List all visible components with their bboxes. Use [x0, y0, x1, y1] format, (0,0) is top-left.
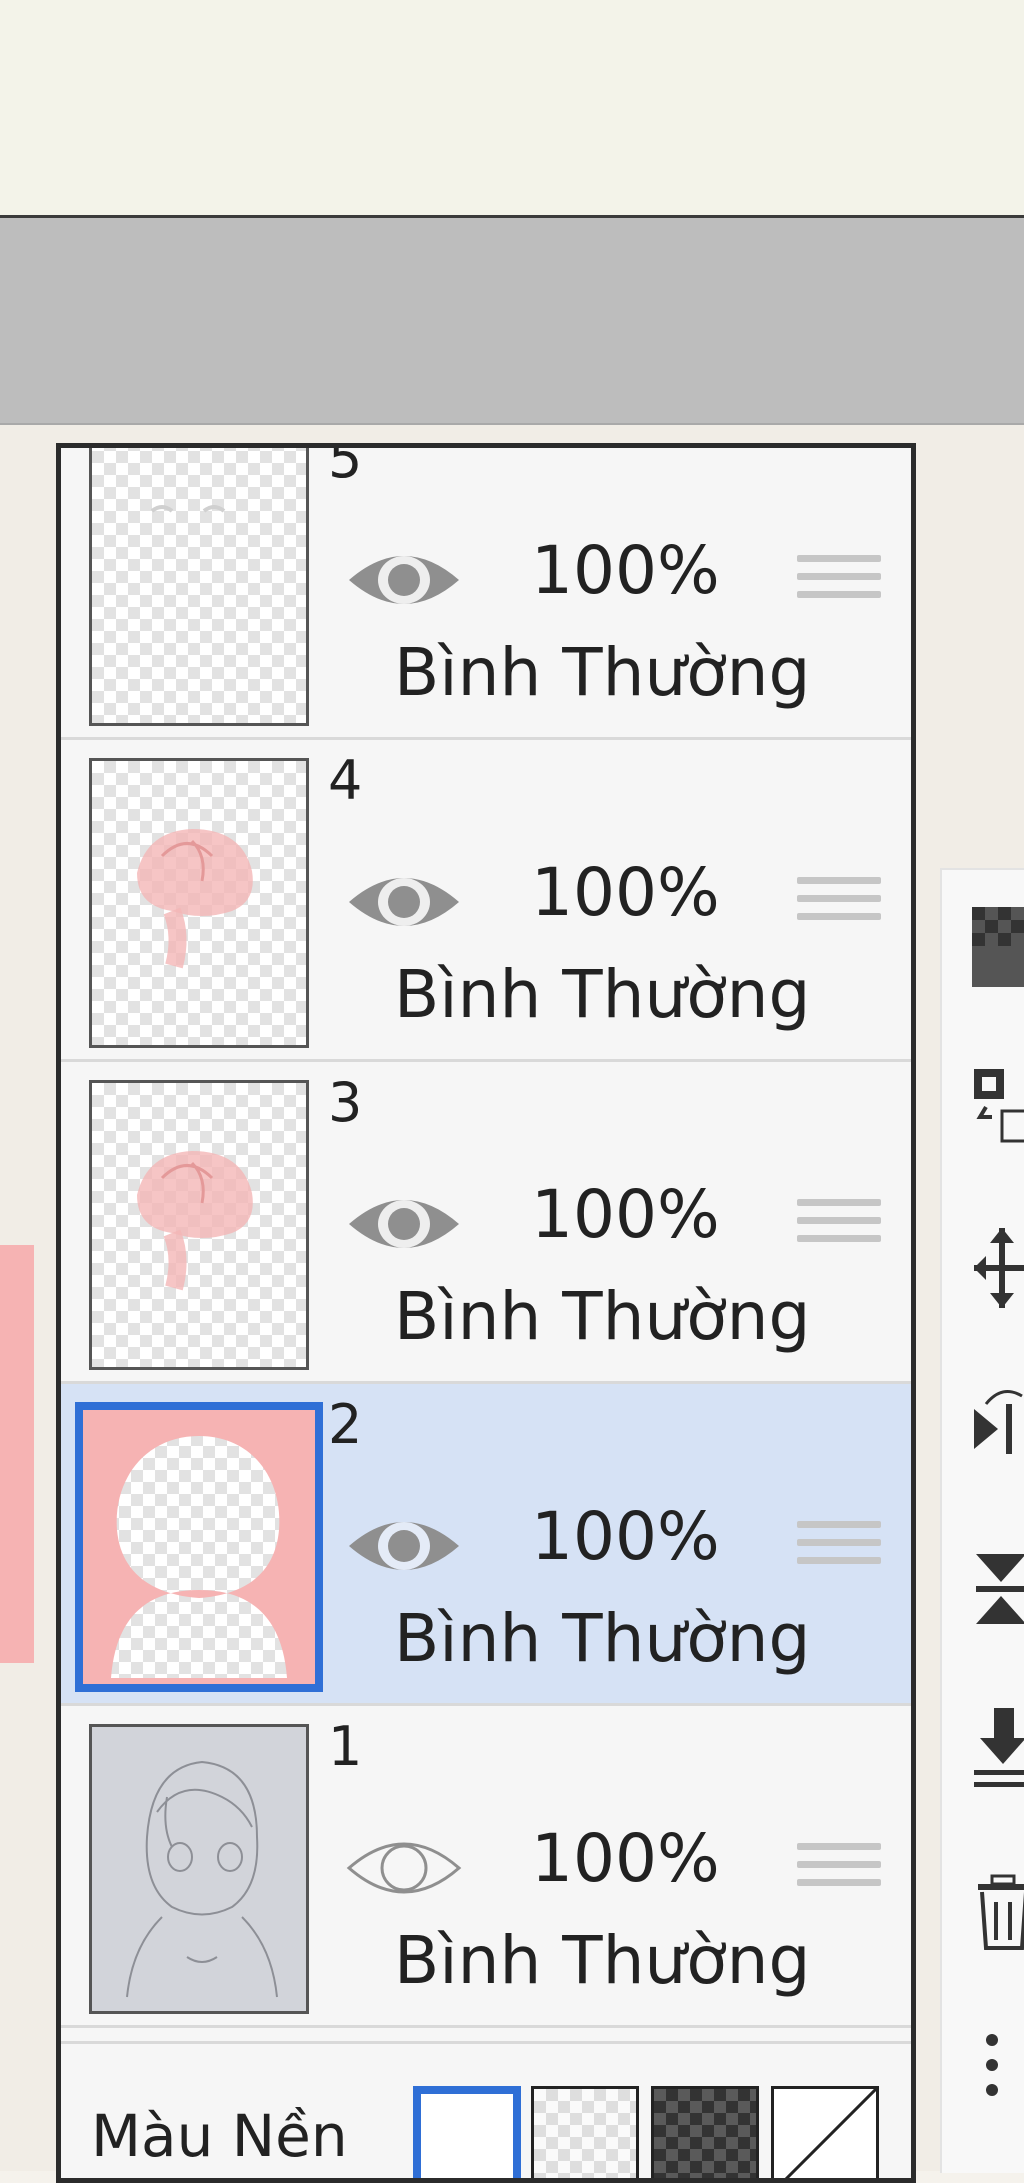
background-none-swatch[interactable] — [771, 2086, 879, 2178]
blend-mode[interactable]: Bình Thường — [394, 1928, 810, 1994]
layer-opacity[interactable]: 100% — [531, 1182, 720, 1248]
background-color-row: Màu Nền — [61, 2041, 911, 2178]
layer-number: 2 — [328, 1393, 363, 1456]
blend-mode[interactable]: Bình Thường — [394, 962, 810, 1028]
layer-number: 1 — [328, 1715, 363, 1778]
layer-row-5[interactable]: 5 100% Bình Thường — [61, 443, 911, 740]
layer-number: 4 — [328, 749, 363, 812]
drag-handle-icon[interactable] — [797, 877, 881, 935]
layer-thumbnail[interactable] — [75, 1402, 323, 1692]
layer-row-3[interactable]: 3 100% Bình Thường — [61, 1062, 911, 1384]
copy-layer-icon[interactable] — [972, 1063, 1024, 1153]
layer-thumbnail[interactable] — [89, 1080, 309, 1370]
layer-number: 3 — [328, 1071, 363, 1134]
merge-down-icon[interactable] — [972, 1704, 1024, 1794]
layer-opacity[interactable]: 100% — [531, 860, 720, 926]
drag-handle-icon[interactable] — [797, 1521, 881, 1579]
trash-icon[interactable] — [972, 1864, 1024, 1954]
drag-handle-icon[interactable] — [797, 1199, 881, 1257]
layer-row-2[interactable]: 2 100% Bình Thường — [61, 1384, 911, 1706]
background-dark-checker-swatch[interactable] — [651, 2086, 759, 2178]
background-light-checker-swatch[interactable] — [531, 2086, 639, 2178]
layer-thumbnail[interactable] — [89, 1724, 309, 2014]
toolbar-strip — [0, 218, 1024, 425]
layer-panel: 5 100% Bình Thường 4 100% Bình Thường 3 … — [56, 443, 916, 2183]
layer-opacity[interactable]: 100% — [531, 538, 720, 604]
layer-thumbnail[interactable] — [89, 448, 309, 726]
layer-row-4[interactable]: 4 100% Bình Thường — [61, 740, 911, 1062]
background-white-swatch[interactable] — [413, 2086, 521, 2178]
layer-number: 5 — [328, 443, 363, 490]
layer-opacity[interactable]: 100% — [531, 1826, 720, 1892]
background-color-label: Màu Nền — [91, 2102, 348, 2170]
more-icon[interactable] — [972, 2020, 1024, 2110]
move-icon[interactable] — [972, 1223, 1024, 1313]
eye-icon[interactable] — [345, 1506, 463, 1586]
blend-mode[interactable]: Bình Thường — [394, 1606, 810, 1672]
eye-icon[interactable] — [345, 862, 463, 942]
layer-tools-strip — [940, 868, 1024, 2173]
canvas-pink-edge — [0, 1245, 34, 1663]
eye-hidden-icon[interactable] — [345, 1828, 463, 1908]
layer-thumbnail[interactable] — [89, 758, 309, 1048]
top-band — [0, 0, 1024, 218]
checkerboard-icon[interactable] — [972, 902, 1024, 992]
layer-opacity[interactable]: 100% — [531, 1504, 720, 1570]
blend-mode[interactable]: Bình Thường — [394, 1284, 810, 1350]
flip-vertical-icon[interactable] — [972, 1544, 1024, 1634]
layer-row-1[interactable]: 1 100% Bình Thường — [61, 1706, 911, 2028]
blend-mode[interactable]: Bình Thường — [394, 640, 810, 706]
eye-icon[interactable] — [345, 1184, 463, 1264]
eye-icon[interactable] — [345, 540, 463, 620]
flip-horizontal-icon[interactable] — [972, 1384, 1024, 1474]
drag-handle-icon[interactable] — [797, 555, 881, 613]
drag-handle-icon[interactable] — [797, 1843, 881, 1901]
